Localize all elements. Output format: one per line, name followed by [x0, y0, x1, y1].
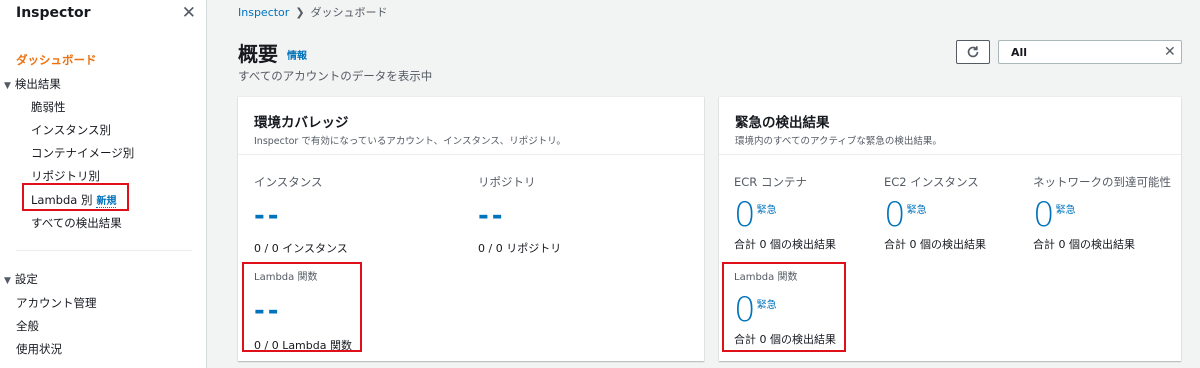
card-title: 緊急の検出結果: [735, 115, 830, 131]
refresh-icon: [967, 46, 979, 58]
highlight-lambda-coverage: [242, 262, 362, 352]
sidebar-item-vulnerabilities[interactable]: 脆弱性: [31, 99, 66, 115]
metric-label: インスタンス: [254, 175, 323, 189]
metric-label: リポジトリ: [478, 175, 536, 189]
metric-sub: 0 / 0 インスタンス: [254, 242, 348, 255]
card-subtitle: 環境内のすべてのアクティブな緊急の検出結果。: [735, 136, 942, 147]
breadcrumb-current: ダッシュボード: [310, 6, 388, 19]
sidebar-header: Inspector ✕: [16, 4, 196, 22]
count-unit: 緊急: [906, 205, 927, 216]
instances-metric: インスタンス -- 0 / 0 インスタンス: [254, 174, 348, 256]
metric-label: ネットワークの到達可能性: [1033, 175, 1171, 189]
sidebar-item-all-findings[interactable]: すべての検出結果: [31, 215, 122, 231]
search-filter[interactable]: ✕: [998, 40, 1182, 64]
repositories-metric: リポジトリ -- 0 / 0 リポジトリ: [478, 174, 561, 256]
sidebar-divider: [16, 250, 192, 251]
metric-count[interactable]: 0 緊急: [884, 194, 986, 232]
breadcrumb-inspector-link[interactable]: Inspector: [238, 6, 289, 19]
sidebar-group-settings-label: 設定: [14, 272, 38, 286]
card-header: 環境カバレッジ Inspector で有効になっているアカウント、インスタンス、…: [238, 97, 704, 155]
metric-value[interactable]: --: [478, 202, 561, 230]
metric-label: EC2 インスタンス: [884, 175, 979, 189]
sidebar-item-by-container-image[interactable]: コンテナイメージ別: [31, 145, 134, 161]
clear-icon[interactable]: ✕: [1164, 44, 1176, 60]
breadcrumb: Inspector ❯ ダッシュボード: [238, 4, 388, 20]
sidebar-item-usage[interactable]: 使用状況: [16, 341, 62, 357]
info-link[interactable]: 情報: [287, 47, 307, 62]
sidebar-group-findings-label: 検出結果: [14, 77, 61, 91]
metric-total: 合計 0 個の検出結果: [884, 238, 986, 251]
sidebar-item-dashboard[interactable]: ダッシュボード: [16, 52, 97, 68]
close-icon[interactable]: ✕: [182, 4, 196, 22]
caret-down-icon: ▼: [4, 81, 11, 91]
sidebar-item-general[interactable]: 全般: [16, 318, 39, 334]
count-unit: 緊急: [1055, 205, 1076, 216]
caret-down-icon: ▼: [4, 276, 11, 286]
sidebar-group-findings[interactable]: ▼ 検出結果: [4, 76, 61, 92]
sidebar-item-by-repository[interactable]: リポジトリ別: [31, 168, 100, 184]
card-header: 緊急の検出結果 環境内のすべてのアクティブな緊急の検出結果。: [719, 97, 1181, 155]
side-navigation: Inspector ✕ ダッシュボード ▼ 検出結果 脆弱性 インスタンス別 コン…: [0, 0, 207, 368]
count-value: 0: [884, 195, 906, 235]
sidebar-group-settings[interactable]: ▼ 設定: [4, 271, 38, 287]
sidebar-item-account-management[interactable]: アカウント管理: [16, 295, 97, 311]
metric-value[interactable]: --: [254, 202, 348, 230]
refresh-button[interactable]: [956, 40, 990, 64]
network-reachability-metric: ネットワークの到達可能性 0 緊急 合計 0 個の検出結果: [1033, 174, 1171, 252]
metric-count[interactable]: 0 緊急: [1033, 194, 1171, 232]
count-unit: 緊急: [756, 205, 777, 216]
metric-total: 合計 0 個の検出結果: [1033, 238, 1135, 251]
search-input[interactable]: [1011, 45, 1164, 59]
environment-coverage-card: 環境カバレッジ Inspector で有効になっているアカウント、インスタンス、…: [238, 97, 704, 361]
metric-label: ECR コンテナ: [734, 175, 807, 189]
ec2-instance-metric: EC2 インスタンス 0 緊急 合計 0 個の検出結果: [884, 174, 986, 252]
highlight-lambda-critical: [722, 262, 846, 352]
count-value: 0: [734, 195, 756, 235]
count-value: 0: [1033, 195, 1055, 235]
critical-findings-card: 緊急の検出結果 環境内のすべてのアクティブな緊急の検出結果。 ECR コンテナ …: [719, 97, 1181, 361]
sidebar-title: Inspector: [16, 5, 91, 21]
ecr-container-metric: ECR コンテナ 0 緊急 合計 0 個の検出結果: [734, 174, 836, 252]
card-subtitle: Inspector で有効になっているアカウント、インスタンス、リポジトリ。: [254, 136, 566, 147]
page-description: すべてのアカウントのデータを表示中: [238, 69, 433, 83]
page-title: 概要: [238, 42, 278, 66]
metric-sub: 0 / 0 リポジトリ: [478, 242, 562, 255]
chevron-right-icon: ❯: [295, 5, 305, 19]
card-title: 環境カバレッジ: [254, 115, 349, 131]
sidebar-item-by-instance[interactable]: インスタンス別: [31, 122, 111, 138]
metric-count[interactable]: 0 緊急: [734, 194, 836, 232]
highlight-lambda-nav: [22, 183, 129, 211]
metric-total: 合計 0 個の検出結果: [734, 238, 836, 251]
